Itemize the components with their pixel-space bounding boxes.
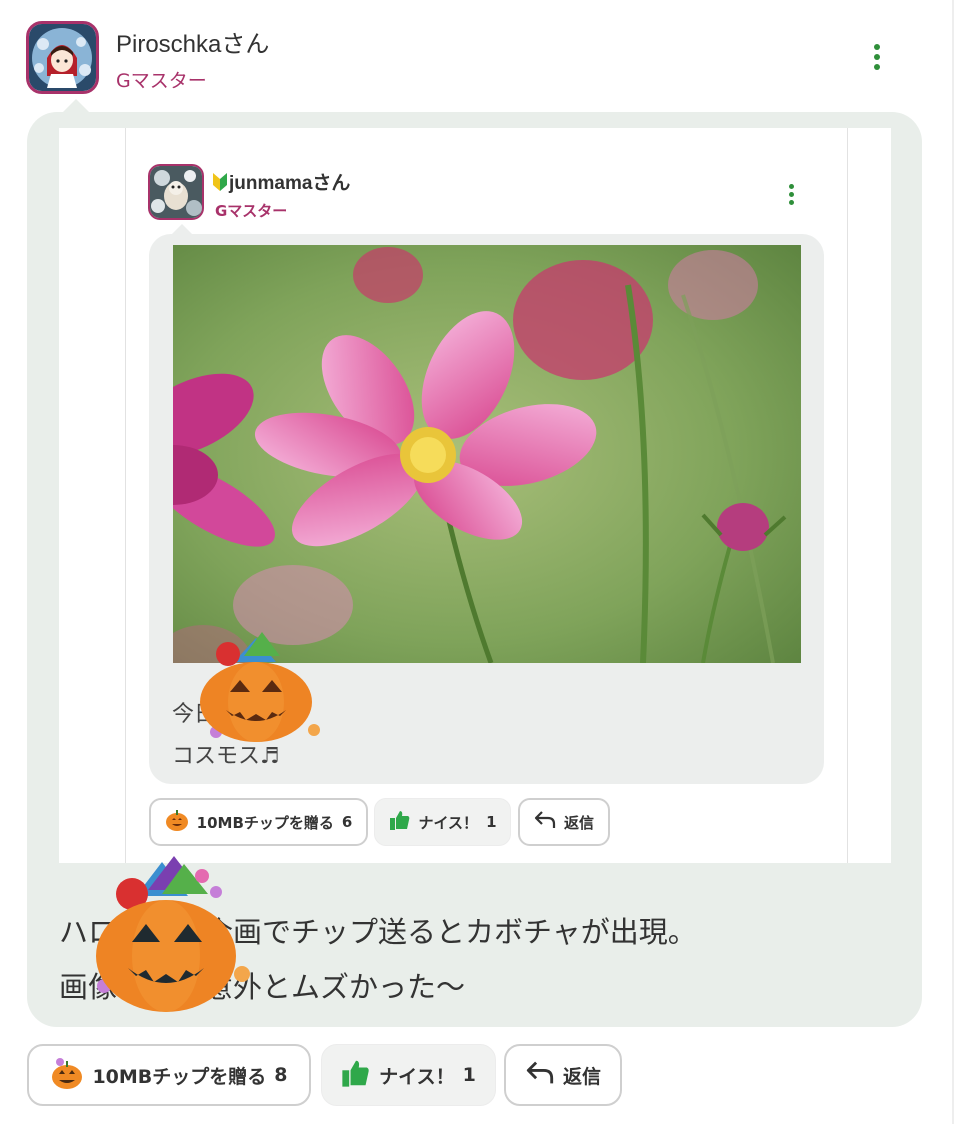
halloween-pumpkin-sticker-large [92, 856, 252, 1020]
pumpkin-icon [165, 808, 189, 836]
embedded-bubble-tail [172, 224, 192, 234]
embedded-tip-count: 6 [341, 813, 353, 831]
kebab-icon[interactable] [871, 44, 883, 74]
reply-button[interactable]: 返信 [504, 1044, 622, 1106]
embedded-username: junmamaさん [213, 168, 350, 197]
page-edge-rule [952, 0, 954, 1124]
reply-label: 返信 [562, 1065, 601, 1088]
thumbs-up-icon [341, 1058, 371, 1093]
tip-label: 10MBチップを贈る [92, 1065, 267, 1088]
user-rank: Gマスター [116, 70, 207, 92]
screenshot-left-rule [125, 128, 126, 863]
tip-count: 8 [274, 1064, 288, 1086]
screenshot-right-rule [847, 128, 848, 863]
embedded-user-rank: Gマスター [215, 202, 288, 220]
embedded-tip-button: 10MBチップを贈る 6 [149, 798, 368, 846]
pumpkin-icon [50, 1056, 84, 1095]
halloween-pumpkin-sticker-small [196, 632, 326, 751]
nice-count: 1 [462, 1064, 476, 1086]
cosmos-flower-photo [173, 245, 801, 663]
reply-arrow-icon [534, 810, 556, 834]
nice-button[interactable]: ナイス！ 1 [321, 1044, 496, 1106]
embedded-nice-count: 1 [486, 813, 497, 831]
embedded-nice-label: ナイス！ [418, 813, 479, 832]
embedded-user-avatar [148, 164, 204, 220]
thumbs-up-icon [389, 809, 411, 835]
beginner-mark-icon [213, 173, 227, 197]
tip-button[interactable]: 10MBチップを贈る 8 [27, 1044, 311, 1106]
user-avatar[interactable] [26, 21, 99, 94]
embedded-reply-label: 返信 [563, 813, 594, 832]
embedded-reply-button: 返信 [518, 798, 610, 846]
bubble-tail [62, 99, 90, 113]
reply-arrow-icon [525, 1060, 555, 1091]
kebab-icon [785, 184, 797, 208]
post-username[interactable]: Piroschkaさん [116, 24, 269, 59]
embedded-username-text: junmamaさん [229, 173, 351, 194]
nice-label: ナイス！ [379, 1065, 455, 1088]
embedded-tip-label: 10MBチップを贈る [196, 813, 334, 832]
embedded-nice-button: ナイス！ 1 [374, 798, 511, 846]
